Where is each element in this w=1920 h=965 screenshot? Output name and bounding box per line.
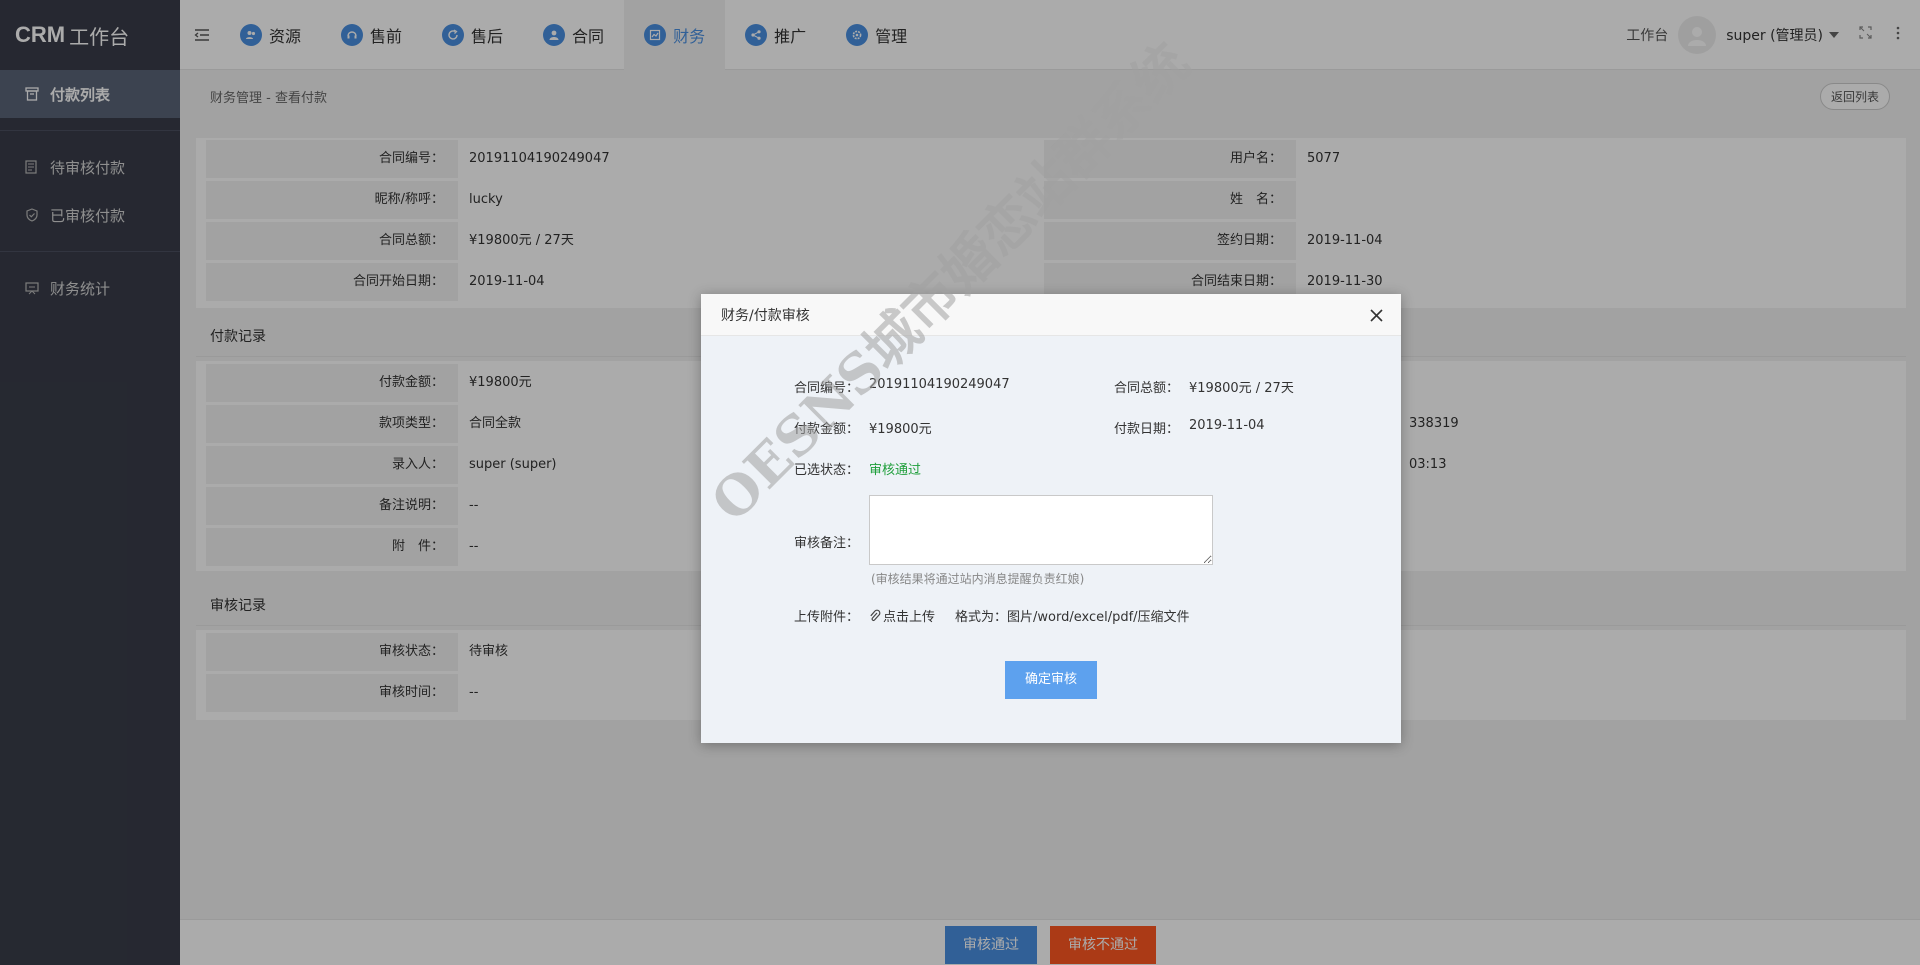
contract-no-value: 20191104190249047 [869, 377, 1010, 392]
total-value: ¥19800元 / 27天 [1189, 381, 1294, 396]
amount-value: ¥19800元 [869, 422, 932, 437]
modal-title: 财务/付款审核 [721, 307, 810, 324]
amount-label: 付款金额： [793, 422, 859, 437]
paperclip-icon [869, 609, 881, 623]
status-value: 审核通过 [869, 463, 922, 478]
upload-label: 上传附件： [793, 610, 859, 625]
modal-header: 财务/付款审核 [701, 294, 1401, 336]
audit-modal: 财务/付款审核 合同编号： 20191104190249047 合同总额： ¥1… [701, 294, 1401, 743]
close-icon[interactable] [1367, 306, 1385, 324]
date-label: 付款日期： [1113, 422, 1179, 437]
total-label: 合同总额： [1113, 381, 1179, 396]
date-value: 2019-11-04 [1189, 418, 1265, 433]
note-hint: (审核结果将通过站内消息提醒负责红娘) [871, 572, 1085, 586]
contract-no-label: 合同编号： [793, 381, 859, 396]
upload-label-text: 点击上传 [883, 610, 936, 625]
confirm-audit-button[interactable]: 确定审核 [1005, 661, 1097, 699]
upload-format-hint: 格式为：图片/word/excel/pdf/压缩文件 [955, 610, 1190, 625]
note-label: 审核备注： [793, 536, 859, 551]
status-label: 已选状态： [793, 463, 859, 478]
upload-button[interactable]: 点击上传 [869, 606, 935, 625]
note-textarea[interactable] [869, 495, 1213, 565]
